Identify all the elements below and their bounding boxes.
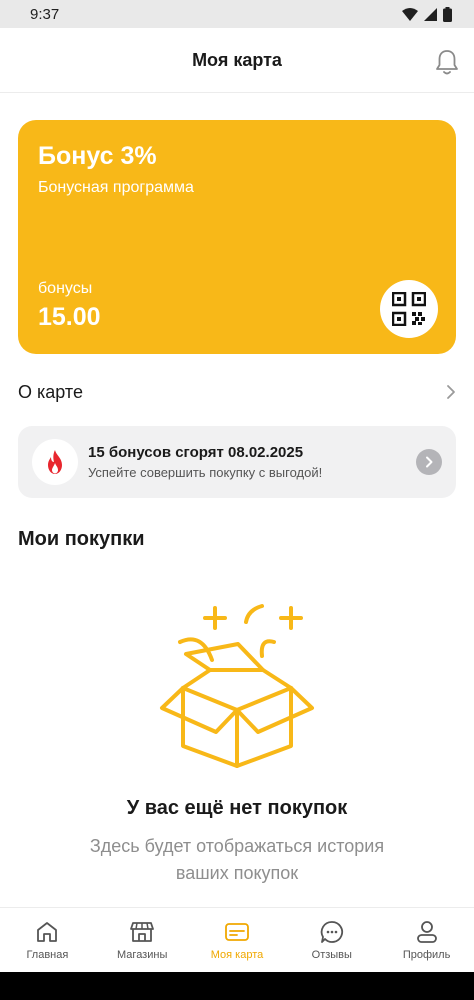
chevron-right-icon — [426, 456, 433, 468]
profile-icon — [416, 921, 437, 943]
card-icon — [225, 923, 249, 941]
qr-code-button[interactable] — [380, 280, 438, 338]
tab-reviews[interactable]: Отзывы — [284, 908, 379, 972]
page-title: Моя карта — [192, 49, 282, 70]
battery-icon — [443, 6, 452, 22]
tab-home[interactable]: Главная — [0, 908, 95, 972]
home-icon — [37, 922, 58, 942]
tab-profile-label: Профиль — [402, 949, 451, 961]
bonus-value: 15.00 — [38, 303, 101, 331]
tab-reviews-label: Отзывы — [311, 949, 352, 961]
tab-my-card-label: Моя карта — [210, 949, 264, 961]
status-icons — [402, 6, 452, 22]
chevron-right-icon — [447, 385, 455, 399]
about-card-row[interactable]: О карте — [0, 370, 474, 414]
purchases-section-title: Мои покупки — [18, 528, 145, 550]
expiring-bonuses-subtitle: Успейте совершить покупку с выгодой! — [88, 465, 323, 480]
bonus-label: бонусы — [38, 280, 93, 297]
bell-icon[interactable] — [434, 48, 460, 76]
bonus-card[interactable]: Бонус 3% Бонусная программа бонусы 15.00 — [18, 120, 456, 354]
open-box-icon — [160, 604, 314, 768]
store-icon — [130, 922, 155, 942]
about-card-label: О карте — [18, 381, 83, 402]
qr-code-icon — [392, 292, 426, 326]
tab-stores-label: Магазины — [117, 949, 168, 961]
status-bar: 9:37 — [0, 0, 474, 28]
expiring-bonuses-banner[interactable]: 15 бонусов сгорят 08.02.2025 Успейте сов… — [18, 426, 456, 498]
card-subtitle: Бонусная программа — [38, 179, 194, 196]
empty-purchases-subtitle: Здесь будет отображаться история ваших п… — [89, 836, 385, 883]
bottom-tab-bar: Главная Магазины Моя карта Отзывы Профил… — [0, 907, 474, 972]
fire-badge — [32, 439, 78, 485]
signal-icon — [424, 7, 437, 21]
tab-my-card[interactable]: Моя карта — [190, 908, 285, 972]
tab-profile[interactable]: Профиль — [379, 908, 474, 972]
app-header: Моя карта — [0, 28, 474, 93]
fire-icon — [48, 450, 62, 474]
tab-home-label: Главная — [26, 949, 69, 961]
tab-stores[interactable]: Магазины — [95, 908, 190, 972]
status-time: 9:37 — [30, 5, 60, 23]
expiring-bonuses-texts: 15 бонусов сгорят 08.02.2025 Успейте сов… — [88, 444, 416, 480]
system-navigation-bar — [0, 972, 474, 1000]
chat-icon — [320, 921, 343, 943]
wifi-icon — [402, 7, 418, 21]
expiring-bonuses-title: 15 бонусов сгорят 08.02.2025 — [88, 444, 304, 461]
expiring-bonuses-arrow-button[interactable] — [416, 449, 442, 475]
empty-purchases-title: У вас ещё нет покупок — [126, 797, 348, 819]
card-title: Бонус 3% — [38, 142, 157, 170]
